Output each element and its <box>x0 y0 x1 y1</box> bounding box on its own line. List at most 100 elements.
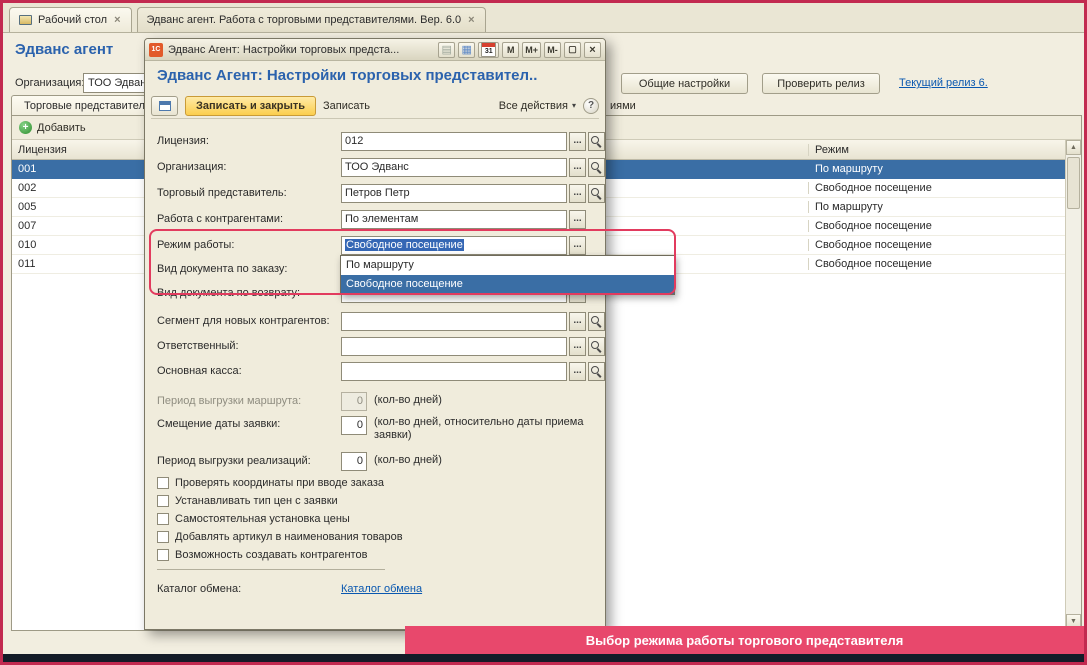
tab-sales-reps[interactable]: Торговые представители <box>11 95 165 116</box>
responsible-input[interactable] <box>341 336 567 356</box>
close-icon[interactable]: × <box>113 14 121 26</box>
checkbox-set-price-type[interactable]: Устанавливать тип цен с заявки <box>157 493 338 509</box>
ellipsis-button[interactable]: ... <box>569 311 586 331</box>
ellipsis-button[interactable]: ... <box>569 361 586 381</box>
checkbox-icon[interactable] <box>157 495 169 507</box>
calendar-glyph: 31 <box>481 42 497 57</box>
window-icon <box>158 100 171 111</box>
field-row-work-mode: Режим работы: Свободное посещение ... <box>157 235 586 255</box>
magnifier-icon <box>591 315 602 327</box>
field-label: Ответственный: <box>157 340 239 352</box>
organization-input[interactable]: ТОО Эдванс <box>341 157 567 177</box>
license-input[interactable]: 012 <box>341 131 567 151</box>
sales-period-input[interactable]: 0 <box>341 451 367 471</box>
field-row-cash: Основная касса: ... <box>157 361 605 381</box>
ellipsis-button[interactable]: ... <box>569 209 586 229</box>
field-label: Период выгрузки реализаций: <box>157 455 311 467</box>
field-label: Сегмент для новых контрагентов: <box>157 315 330 327</box>
all-actions-button[interactable]: Все действия ▾ <box>499 100 576 112</box>
search-button[interactable] <box>588 131 605 151</box>
common-settings-button[interactable]: Общие настройки <box>621 73 748 94</box>
field-row-responsible: Ответственный: ... <box>157 336 605 356</box>
field-hint: (кол-во дней) <box>374 454 442 467</box>
memory-minus-button[interactable]: M- <box>544 41 561 58</box>
check-release-button[interactable]: Проверить релиз <box>762 73 880 94</box>
tab-desktop[interactable]: Рабочий стол × <box>9 7 132 32</box>
checkbox-icon[interactable] <box>157 513 169 525</box>
search-button[interactable] <box>588 157 605 177</box>
search-button[interactable] <box>588 183 605 203</box>
counterparties-input[interactable]: По элементам <box>341 209 567 229</box>
plus-icon: + <box>19 121 32 134</box>
checkbox-create-counterparties[interactable]: Возможность создавать контрагентов <box>157 547 367 563</box>
search-button[interactable] <box>588 311 605 331</box>
ellipsis-button[interactable]: ... <box>569 157 586 177</box>
magnifier-icon <box>591 340 602 352</box>
save-close-button[interactable]: Записать и закрыть <box>185 95 317 116</box>
close-icon[interactable]: × <box>467 14 475 26</box>
tab-fragment[interactable]: иями <box>610 100 636 112</box>
column-header-mode[interactable]: Режим <box>809 144 1065 156</box>
ellipsis-button[interactable]: ... <box>569 235 586 255</box>
annotation-banner: Выбор режима работы торгового представит… <box>405 626 1084 654</box>
memory-button[interactable]: M <box>502 41 520 58</box>
checkbox-self-price[interactable]: Самостоятельная установка цены <box>157 511 350 527</box>
dropdown-option[interactable]: По маршруту <box>341 256 674 275</box>
field-label: Смещение даты заявки: <box>157 418 281 430</box>
checkbox-icon[interactable] <box>157 549 169 561</box>
magnifier-icon <box>591 135 602 147</box>
help-icon[interactable]: ? <box>583 97 599 114</box>
grid-glyph: ▦ <box>461 44 472 56</box>
settings-dialog: 1С Эдванс Агент: Настройки торговых пред… <box>144 38 606 630</box>
scrollbar-thumb[interactable] <box>1067 157 1080 209</box>
calendar-icon[interactable]: 31 <box>478 41 500 58</box>
close-icon[interactable]: × <box>584 41 601 58</box>
ellipsis-button[interactable]: ... <box>569 336 586 356</box>
field-row-segment: Сегмент для новых контрагентов: ... <box>157 311 605 331</box>
current-release-link[interactable]: Текущий релиз 6. <box>899 77 988 89</box>
vertical-scrollbar[interactable]: ▲ ▼ <box>1065 140 1081 629</box>
date-offset-input[interactable]: 0 <box>341 416 367 435</box>
checkbox-label: Возможность создавать контрагентов <box>175 549 368 561</box>
organization-label: Организация: <box>15 77 85 89</box>
panel-glyph: ▤ <box>441 44 452 56</box>
checkbox-add-article[interactable]: Добавлять артикул в наименования товаров <box>157 529 403 545</box>
scroll-up-icon[interactable]: ▲ <box>1066 140 1081 155</box>
segment-input[interactable] <box>341 311 567 331</box>
save-button[interactable]: Записать <box>323 100 370 112</box>
search-button[interactable] <box>588 336 605 356</box>
exchange-catalog-link[interactable]: Каталог обмена <box>341 583 422 595</box>
add-button[interactable]: + Добавить <box>19 121 86 134</box>
dropdown-option[interactable]: Свободное посещение <box>341 275 674 294</box>
grid-icon[interactable]: ▦ <box>458 41 476 58</box>
checkbox-check-coordinates[interactable]: Проверять координаты при вводе заказа <box>157 475 384 491</box>
work-mode-input[interactable]: Свободное посещение <box>341 235 567 255</box>
maximize-icon[interactable]: ▢ <box>564 41 581 58</box>
memory-plus-button[interactable]: M+ <box>522 41 541 58</box>
field-label: Торговый представитель: <box>157 187 287 199</box>
chevron-down-icon: ▾ <box>571 101 576 110</box>
work-mode-dropdown: По маршруту Свободное посещение <box>340 255 675 295</box>
app-logo-icon: 1С <box>149 42 163 57</box>
tab-sales-reps-label: Торговые представители <box>24 100 152 112</box>
field-row-counterparties: Работа с контрагентами: По элементам ... <box>157 209 586 229</box>
dialog-titlebar[interactable]: 1С Эдванс Агент: Настройки торговых пред… <box>145 39 605 61</box>
ellipsis-button[interactable]: ... <box>569 131 586 151</box>
checkbox-icon[interactable] <box>157 531 169 543</box>
field-row-date-offset: Смещение даты заявки: 0 (кол-во дней, от… <box>157 416 619 446</box>
sales-rep-input[interactable]: Петров Петр <box>341 183 567 203</box>
separator <box>157 569 385 570</box>
tab-advance-agent-label: Эдванс агент. Работа с торговыми предста… <box>146 14 462 26</box>
cash-input[interactable] <box>341 361 567 381</box>
bottom-strip <box>3 654 1084 662</box>
tab-advance-agent[interactable]: Эдванс агент. Работа с торговыми предста… <box>136 7 486 32</box>
checkbox-label: Проверять координаты при вводе заказа <box>175 477 384 489</box>
cell-mode: По маршруту <box>815 163 883 175</box>
ellipsis-button[interactable]: ... <box>569 183 586 203</box>
cell-mode: Свободное посещение <box>815 258 932 270</box>
panel-icon[interactable]: ▤ <box>438 41 456 58</box>
search-button[interactable] <box>588 361 605 381</box>
checkbox-icon[interactable] <box>157 477 169 489</box>
field-row-license: Лицензия: 012 ... <box>157 131 605 151</box>
form-settings-button[interactable] <box>151 95 178 116</box>
